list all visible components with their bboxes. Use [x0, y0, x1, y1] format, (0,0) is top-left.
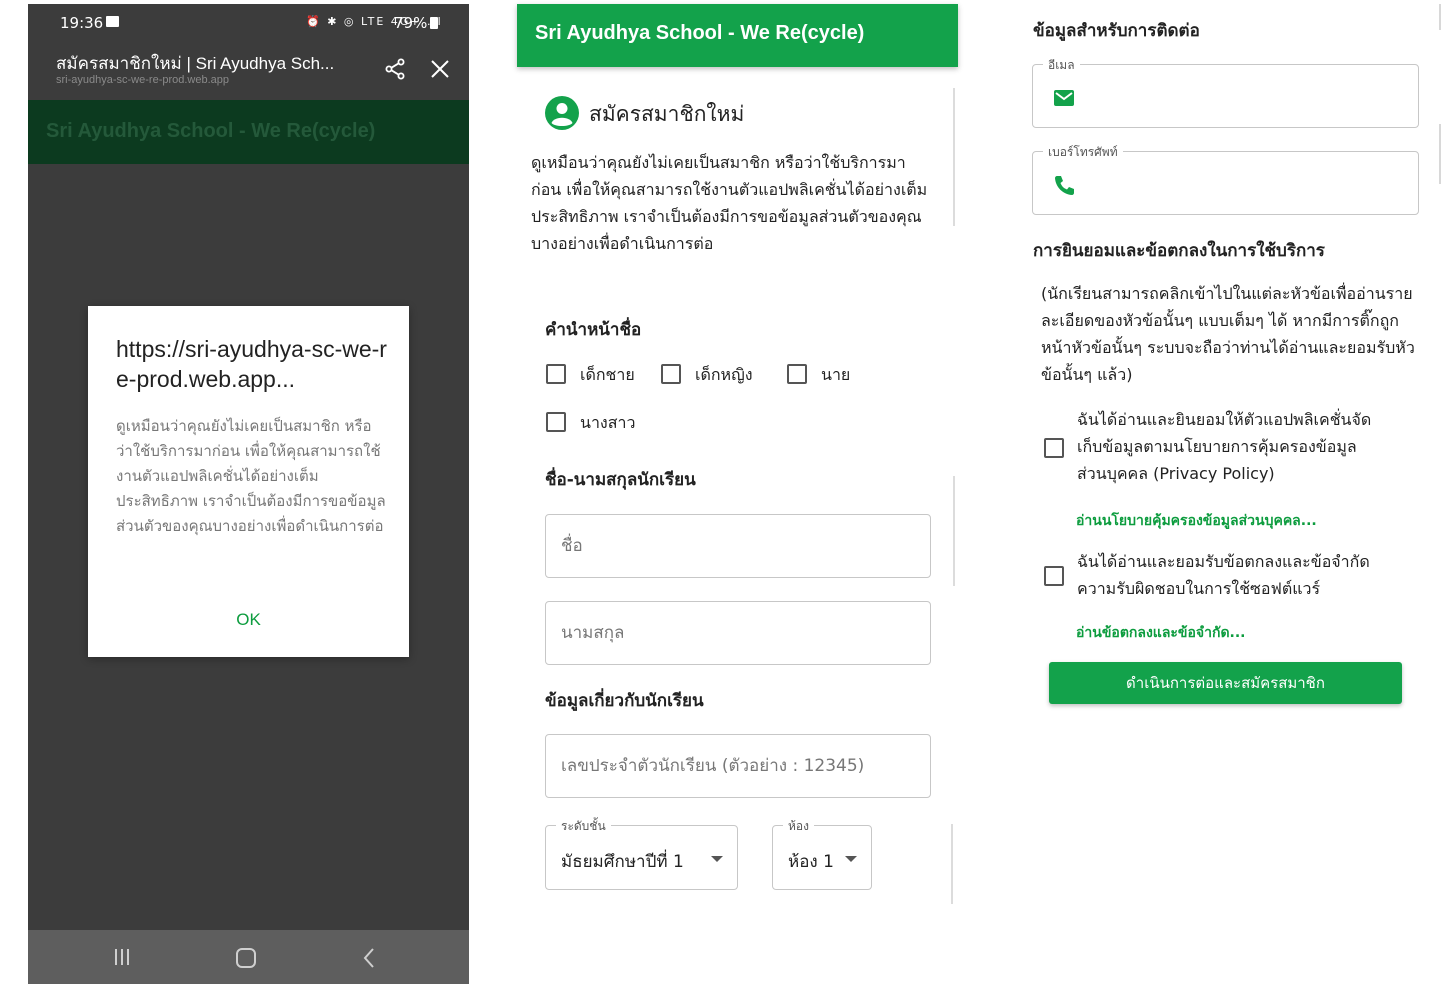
close-icon[interactable]	[429, 58, 451, 80]
contact-heading: ข้อมูลสำหรับการติดต่อ	[1033, 21, 1200, 41]
prefix-checkbox-boy[interactable]	[546, 364, 566, 384]
phone-screen: 19:36 ⏰ ✱ ◎ LTE 4G+ .ıl 79% สมัครสมาชิกใ…	[28, 4, 469, 984]
scroll-edge	[953, 476, 955, 586]
chevron-down-icon	[845, 856, 857, 862]
scroll-edge	[1439, 4, 1441, 30]
prefix-checkbox-miss[interactable]	[546, 412, 566, 432]
prefix-label-girl: เด็กหญิง	[695, 365, 753, 384]
registration-form-screen: Sri Ayudhya School - We Re(cycle) สมัครส…	[517, 4, 958, 904]
recent-apps-icon[interactable]	[112, 948, 132, 966]
system-nav-bar	[28, 930, 469, 984]
dialog-title: https://sri-ayudhya-sc-we-re-prod.web.ap…	[116, 336, 387, 392]
grade-select[interactable]: ระดับชั้น มัธยมศึกษาปีที่ 1	[545, 817, 738, 890]
dialog-message: ดูเหมือนว่าคุณยังไม่เคยเป็นสมาชิก หรือว่…	[116, 417, 386, 535]
prefix-label-mr: นาย	[821, 365, 851, 384]
home-icon[interactable]	[236, 948, 256, 968]
alert-dialog: https://sri-ayudhya-sc-we-re-prod.web.ap…	[88, 306, 409, 657]
account-circle-icon	[545, 96, 579, 130]
privacy-consent-checkbox[interactable]	[1044, 438, 1064, 458]
student-id-field	[545, 734, 931, 798]
dialog-ok-button[interactable]: OK	[88, 610, 409, 630]
browser-page-title: สมัครสมาชิกใหม่ | Sri Ayudhya Sch...	[56, 54, 335, 73]
prefix-label-boy: เด็กชาย	[580, 365, 635, 384]
phone-icon	[1055, 176, 1074, 195]
battery-icon	[430, 17, 438, 29]
first-name-field	[545, 514, 931, 578]
status-time: 19:36	[60, 14, 104, 32]
scroll-edge	[1439, 124, 1441, 184]
email-field[interactable]: อีเมล	[1032, 56, 1419, 128]
status-bar: 19:36 ⏰ ✱ ◎ LTE 4G+ .ıl 79%	[28, 4, 469, 42]
privacy-policy-link[interactable]: อ่านนโยบายคุ้มครองข้อมูลส่วนบุคคล...	[1076, 510, 1317, 532]
email-label: อีเมล	[1043, 56, 1080, 75]
email-icon	[1054, 90, 1074, 106]
contact-consent-screen: ข้อมูลสำหรับการติดต่อ อีเมล เบอร์โทรศัพท…	[1020, 4, 1449, 724]
phone-label: เบอร์โทรศัพท์	[1043, 143, 1123, 162]
battery-level: 79%	[394, 14, 428, 32]
last-name-input[interactable]	[546, 602, 930, 664]
terms-note: (นักเรียนสามารถคลิกเข้าไปในแต่ละหัวข้อเพ…	[1041, 284, 1415, 384]
app-bar: Sri Ayudhya School - We Re(cycle)	[517, 4, 958, 67]
terms-consent-text: ฉันได้อ่านและยอมรับข้อตกลงและข้อจำกัดควา…	[1077, 552, 1370, 598]
app-title: Sri Ayudhya School - We Re(cycle)	[535, 22, 865, 44]
prefix-label-miss: นางสาว	[580, 413, 636, 432]
form-title-text: สมัครสมาชิกใหม่	[589, 102, 745, 126]
browser-url[interactable]: sri-ayudhya-sc-we-re-prod.web.app	[56, 74, 229, 86]
terms-heading: การยินยอมและข้อตกลงในการใช้บริการ	[1033, 241, 1325, 261]
room-value: ห้อง 1	[788, 852, 834, 872]
prefix-checkbox-girl[interactable]	[661, 364, 681, 384]
dimmed-app-header: Sri Ayudhya School - We Re(cycle)	[28, 100, 469, 164]
terms-link[interactable]: อ่านข้อตกลงและข้อจำกัด...	[1076, 622, 1246, 644]
chevron-down-icon	[711, 856, 723, 862]
gallery-icon	[106, 16, 119, 27]
terms-consent-checkbox[interactable]	[1044, 566, 1064, 586]
share-icon[interactable]	[384, 58, 406, 80]
student-id-input[interactable]	[546, 735, 930, 797]
submit-register-button[interactable]: ดำเนินการต่อและสมัครสมาชิก	[1049, 662, 1402, 704]
dimmed-app-title: Sri Ayudhya School - We Re(cycle)	[46, 120, 376, 142]
scroll-edge	[951, 824, 953, 904]
room-select[interactable]: ห้อง ห้อง 1	[772, 817, 872, 890]
prefix-heading: คำนำหน้าชื่อ	[545, 320, 642, 340]
back-icon[interactable]	[362, 947, 376, 969]
phone-field[interactable]: เบอร์โทรศัพท์	[1032, 143, 1419, 215]
name-heading: ชื่อ-นามสกุลนักเรียน	[545, 470, 696, 490]
privacy-consent-text: ฉันได้อ่านและยินยอมให้ตัวแอปพลิเคชั่นจัด…	[1077, 410, 1372, 483]
grade-label: ระดับชั้น	[556, 817, 611, 836]
scroll-edge	[953, 88, 955, 226]
first-name-input[interactable]	[546, 515, 930, 577]
browser-toolbar: สมัครสมาชิกใหม่ | Sri Ayudhya Sch... sri…	[28, 42, 469, 100]
intro-text: ดูเหมือนว่าคุณยังไม่เคยเป็นสมาชิก หรือว่…	[531, 153, 928, 253]
student-info-heading: ข้อมูลเกี่ยวกับนักเรียน	[545, 691, 704, 711]
grade-value: มัธยมศึกษาปีที่ 1	[561, 852, 684, 872]
room-label: ห้อง	[783, 817, 814, 836]
last-name-field	[545, 601, 931, 665]
prefix-checkbox-mr[interactable]	[787, 364, 807, 384]
